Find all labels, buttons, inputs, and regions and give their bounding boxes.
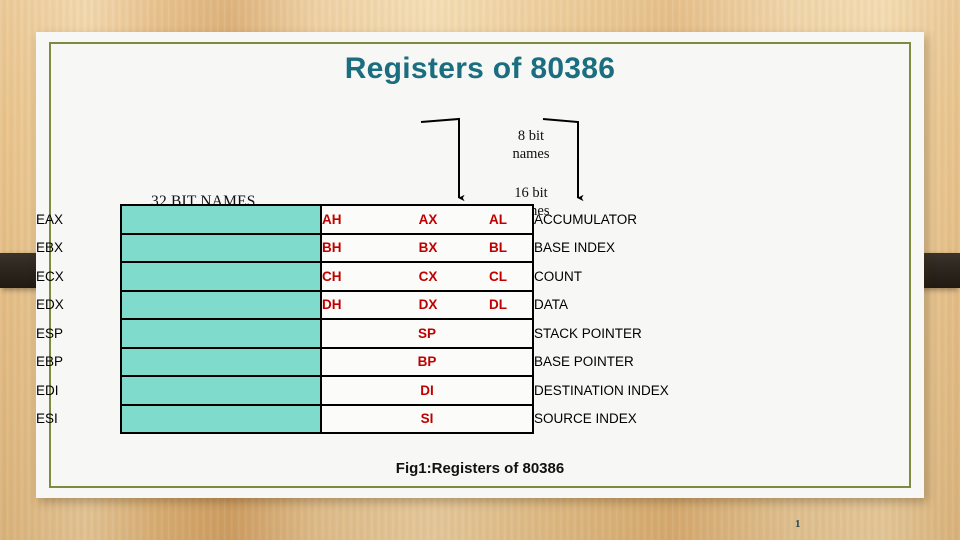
register-32bit-name: ECX bbox=[36, 268, 64, 284]
figure-caption: Fig1:Registers of 80386 bbox=[395, 460, 565, 477]
table-row: ECX CH CX CL COUNT bbox=[36, 261, 924, 292]
register-8bit-high-name: BH bbox=[320, 232, 392, 263]
table-row: EAX AH AX AL ACCUMULATOR bbox=[36, 204, 924, 235]
register-16bit-name: DI bbox=[320, 375, 534, 406]
register-description: BASE POINTER bbox=[534, 354, 634, 370]
table-row: EDI DI DESTINATION INDEX bbox=[36, 375, 924, 406]
table-row: EBP BP BASE POINTER bbox=[36, 346, 924, 377]
table-row: ESP SP STACK POINTER bbox=[36, 318, 924, 349]
register-32bit-block bbox=[120, 261, 322, 292]
register-table-body: EAX AH AX AL ACCUMULATOR EBX BH BX BL BASE INDEX E… bbox=[36, 204, 924, 434]
table-row: EBX BH BX BL BASE INDEX bbox=[36, 232, 924, 263]
register-32bit-name: EAX bbox=[36, 211, 64, 227]
register-description: BASE INDEX bbox=[534, 240, 616, 256]
register-description: COUNT bbox=[534, 268, 582, 284]
register-32bit-name: EBX bbox=[36, 240, 64, 256]
register-8bit-low-name: BL bbox=[464, 232, 534, 263]
page-number: 1 bbox=[795, 518, 801, 530]
register-16bit-name: SP bbox=[320, 318, 534, 349]
register-16bit-name: BP bbox=[320, 346, 534, 377]
register-32bit-block bbox=[120, 403, 322, 434]
register-32bit-block bbox=[120, 204, 322, 235]
callout-8-bit-names: 8 bit names bbox=[512, 128, 550, 163]
register-8bit-low-name: DL bbox=[464, 289, 534, 320]
register-32bit-block bbox=[120, 318, 322, 349]
register-table: EAX AH AX AL ACCUMULATOR EBX BH BX BL BASE INDEX E… bbox=[36, 204, 924, 434]
register-32bit-name: EDI bbox=[36, 382, 59, 398]
register-description: SOURCE INDEX bbox=[534, 411, 637, 427]
page-title: Registers of 80386 bbox=[344, 52, 616, 85]
register-32bit-block bbox=[120, 346, 322, 377]
register-16bit-name: DX bbox=[392, 289, 464, 320]
register-32bit-block bbox=[120, 289, 322, 320]
register-16bit-name: AX bbox=[392, 204, 464, 235]
register-8bit-high-name: DH bbox=[320, 289, 392, 320]
register-8bit-high-name: AH bbox=[320, 204, 392, 235]
table-row: EDX DH DX DL DATA bbox=[36, 289, 924, 320]
register-description: DATA bbox=[534, 297, 569, 313]
register-description: DESTINATION INDEX bbox=[534, 382, 669, 398]
register-16bit-name: SI bbox=[320, 403, 534, 434]
register-32bit-name: EDX bbox=[36, 297, 64, 313]
register-description: ACCUMULATOR bbox=[534, 211, 638, 227]
register-16bit-name: BX bbox=[392, 232, 464, 263]
register-32bit-block bbox=[120, 232, 322, 263]
slide-page: Registers of 80386 8 bit names 16 bit na… bbox=[36, 32, 924, 498]
register-32bit-name: ESP bbox=[36, 325, 64, 341]
table-row: ESI SI SOURCE INDEX bbox=[36, 403, 924, 434]
register-32bit-block bbox=[120, 375, 322, 406]
register-8bit-high-name: CH bbox=[320, 261, 392, 292]
register-8bit-low-name: CL bbox=[464, 261, 534, 292]
register-description: STACK POINTER bbox=[534, 325, 642, 341]
register-16bit-name: CX bbox=[392, 261, 464, 292]
register-8bit-low-name: AL bbox=[464, 204, 534, 235]
register-32bit-name: ESI bbox=[36, 411, 58, 427]
register-32bit-name: EBP bbox=[36, 354, 64, 370]
